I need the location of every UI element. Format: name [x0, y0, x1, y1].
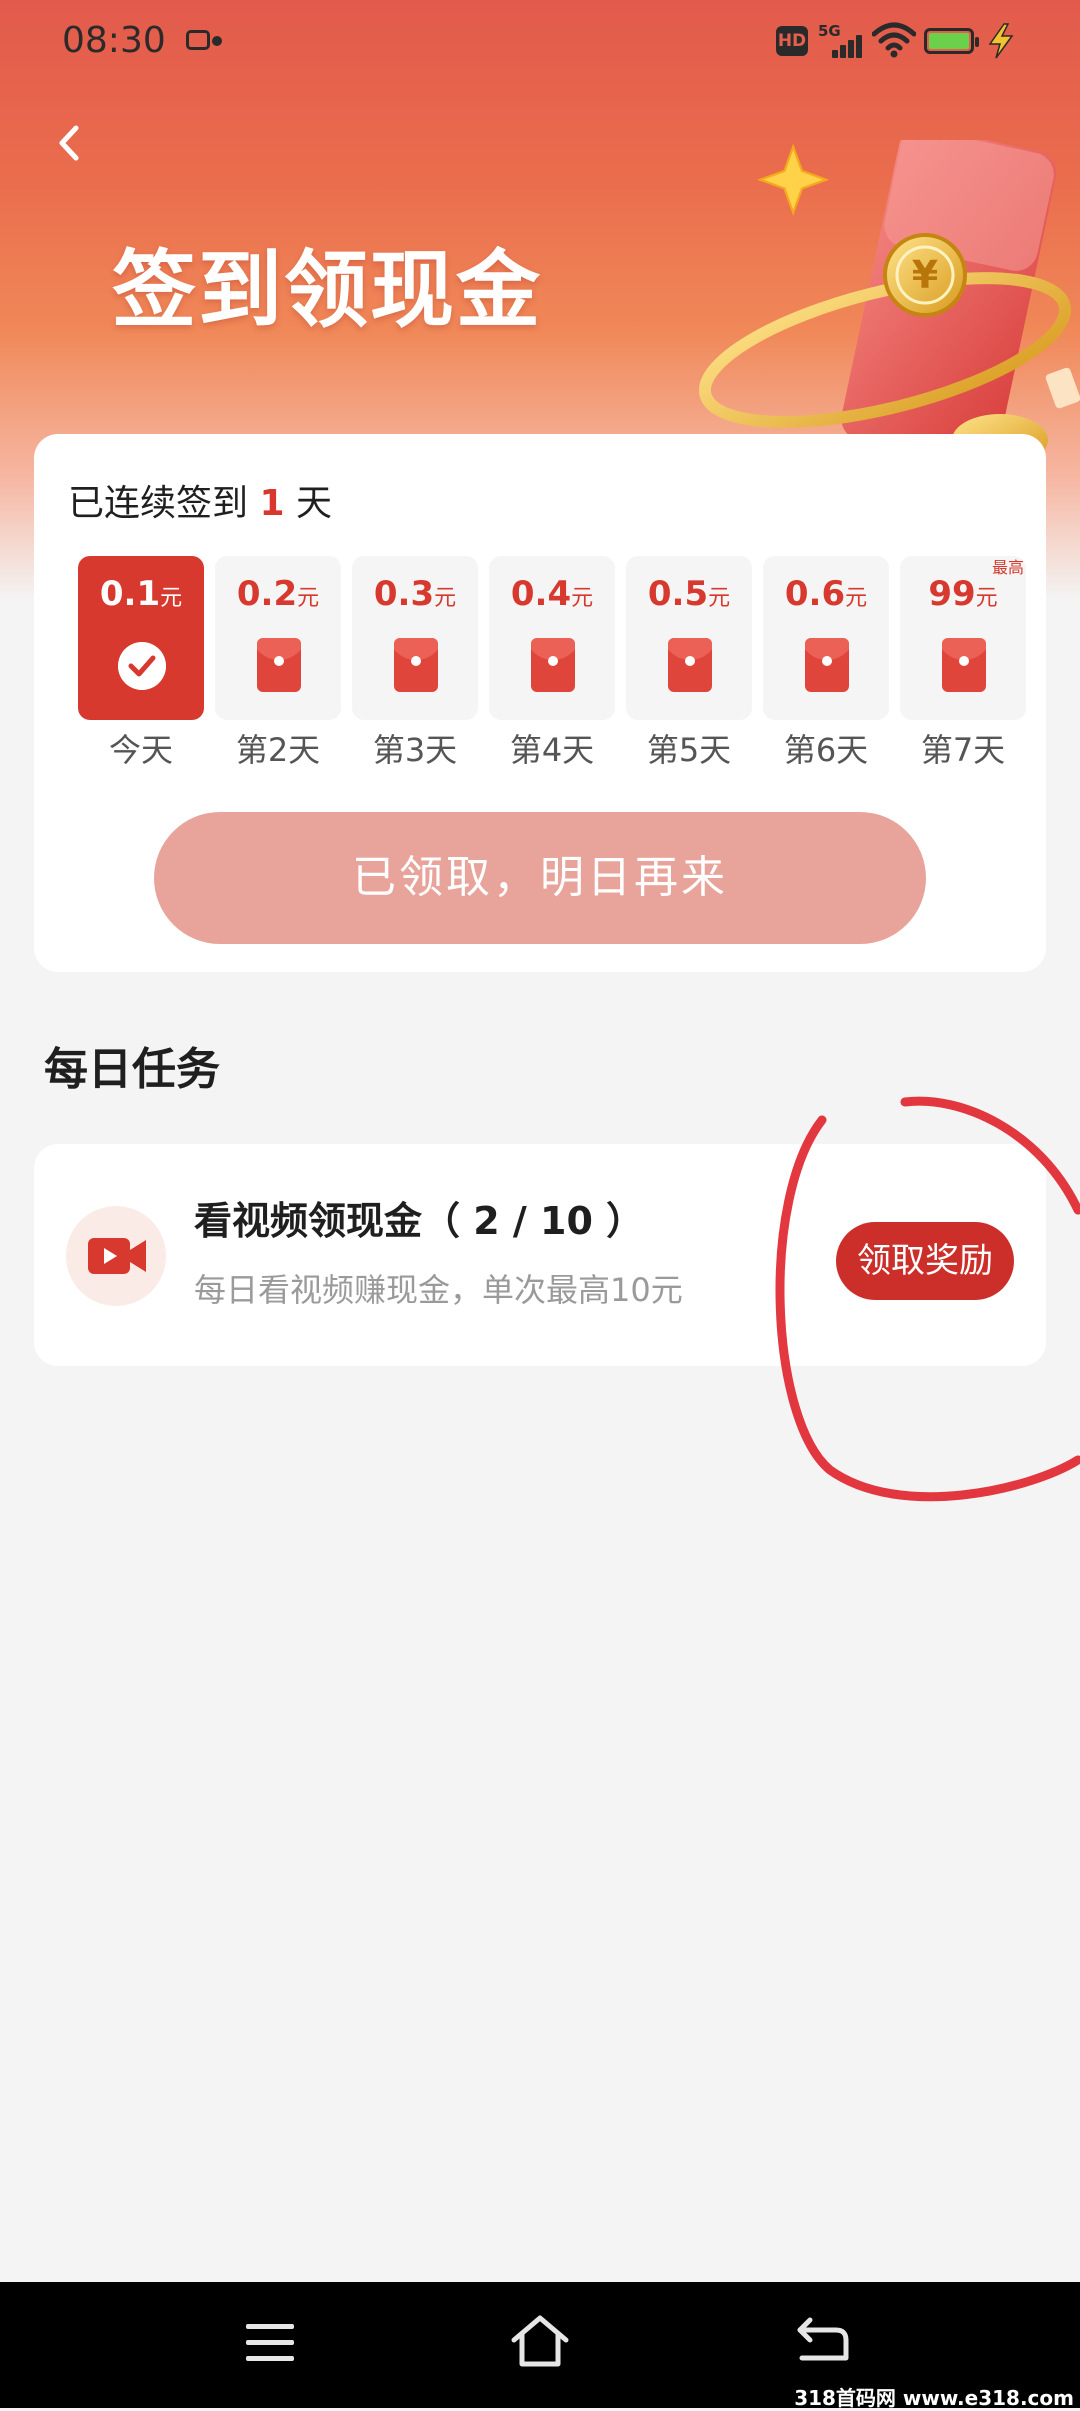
red-envelope-icon: [394, 638, 438, 692]
menu-icon[interactable]: [244, 2320, 296, 2366]
day-label: 第7天: [920, 731, 1006, 769]
day-amount: 0.2元: [236, 574, 320, 614]
navigation-bar: 318首码网 www.e318.com: [0, 2282, 1080, 2410]
notification-icon: [186, 30, 210, 50]
notification-dot-icon: [212, 36, 222, 46]
daily-tasks-title: 每日任务: [44, 1044, 220, 1095]
signal-icon: 5G: [818, 22, 866, 58]
day-item-7[interactable]: 最高 99元 第7天: [900, 556, 1026, 772]
day-tile: 0.5元: [626, 556, 752, 720]
svg-text:¥: ¥: [912, 253, 938, 297]
day-label: 第2天: [235, 731, 321, 769]
watermark: 318首码网 www.e318.com: [794, 2386, 1074, 2410]
claimed-button[interactable]: 已领取，明日再来: [154, 812, 926, 944]
day-amount: 0.4元: [510, 574, 594, 614]
day-label: 第3天: [372, 731, 458, 769]
day-amount: 0.1元: [99, 574, 183, 614]
video-camera-icon: [88, 1238, 146, 1274]
back-button[interactable]: [44, 118, 94, 168]
back-icon[interactable]: [796, 2314, 850, 2366]
charging-bolt-icon: [988, 23, 1014, 59]
day-label: 第6天: [783, 731, 869, 769]
hd-icon: HD: [776, 26, 808, 56]
red-envelope-icon: [257, 638, 301, 692]
day-tile: 0.3元: [352, 556, 478, 720]
day-item-3[interactable]: 0.3元 第3天: [352, 556, 478, 772]
page-title: 签到领现金: [112, 241, 543, 339]
day-tile: 最高 99元: [900, 556, 1026, 720]
streak-text: 已连续签到 1 天: [68, 482, 332, 526]
red-envelope-illustration: ¥: [698, 140, 1080, 460]
day-tile: 0.2元: [215, 556, 341, 720]
streak-count: 1: [259, 483, 285, 524]
red-envelope-icon: [668, 638, 712, 692]
check-icon: [118, 642, 166, 690]
red-envelope-icon: [942, 638, 986, 692]
battery-icon: [924, 28, 979, 54]
day-tile: 0.4元: [489, 556, 615, 720]
day-label: 第5天: [646, 731, 732, 769]
claim-reward-button[interactable]: 领取奖励: [836, 1222, 1014, 1300]
task-item-watch-video: 看视频领现金（ 2 / 10 ） 每日看视频赚现金，单次最高10元 领取奖励: [34, 1144, 1046, 1366]
wifi-icon: [872, 22, 916, 58]
day-item-4[interactable]: 0.4元 第4天: [489, 556, 615, 772]
day-item-5[interactable]: 0.5元 第5天: [626, 556, 752, 772]
task-description: 每日看视频赚现金，单次最高10元: [194, 1271, 683, 1309]
task-icon: [66, 1206, 166, 1306]
day-tile: 0.1元: [78, 556, 204, 720]
day-item-2[interactable]: 0.2元 第2天: [215, 556, 341, 772]
day-amount: 0.6元: [784, 574, 868, 614]
streak-prefix: 已连续签到: [68, 483, 249, 524]
home-icon[interactable]: [508, 2312, 572, 2370]
status-bar: 08:30 HD 5G: [0, 0, 1080, 90]
day-tile: 0.6元: [763, 556, 889, 720]
red-envelope-icon: [805, 638, 849, 692]
day-label: 今天: [108, 731, 173, 769]
day-item-6[interactable]: 0.6元 第6天: [763, 556, 889, 772]
day-list: 0.1元 今天 0.2元 第2天 0.3元 第3天 0.4元 第4天 0.5元 …: [78, 556, 1028, 769]
task-title: 看视频领现金（ 2 / 10 ）: [194, 1199, 645, 1243]
network-type-label: 5G: [818, 22, 841, 40]
day-amount: 0.5元: [647, 574, 731, 614]
signin-card: 已连续签到 1 天 0.1元 今天 0.2元 第2天 0.3元 第3天 0.4元…: [34, 434, 1046, 972]
streak-suffix: 天: [295, 483, 332, 524]
status-time: 08:30: [62, 20, 166, 61]
day-label: 第4天: [509, 731, 595, 769]
day-amount: 0.3元: [373, 574, 457, 614]
day-amount: 99元: [928, 574, 998, 614]
day-item-1[interactable]: 0.1元 今天: [78, 556, 204, 772]
red-envelope-icon: [531, 638, 575, 692]
